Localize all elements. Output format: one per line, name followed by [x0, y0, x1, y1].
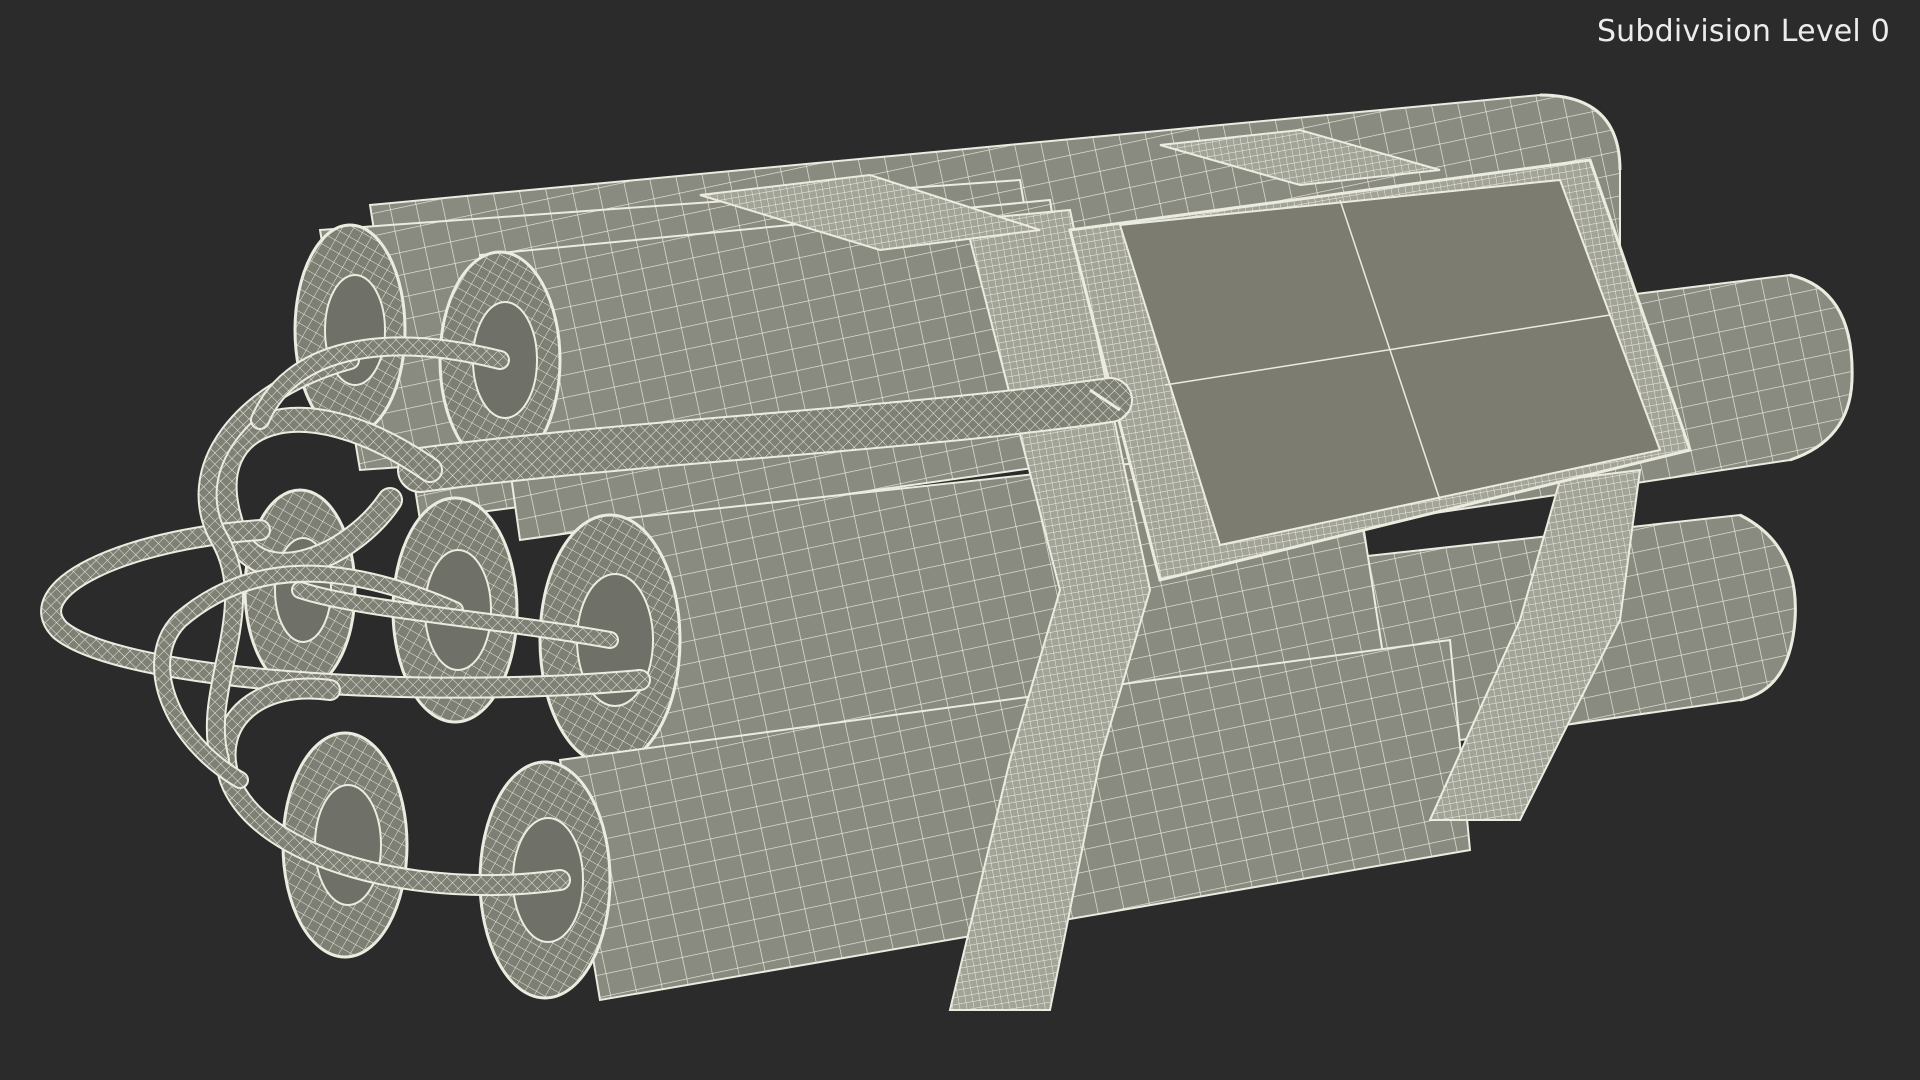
subdivision-level-label: Subdivision Level 0: [1596, 14, 1890, 49]
3d-viewport[interactable]: Subdivision Level 0: [0, 0, 1920, 1080]
dynamite-bundle-model: [40, 93, 1854, 1011]
